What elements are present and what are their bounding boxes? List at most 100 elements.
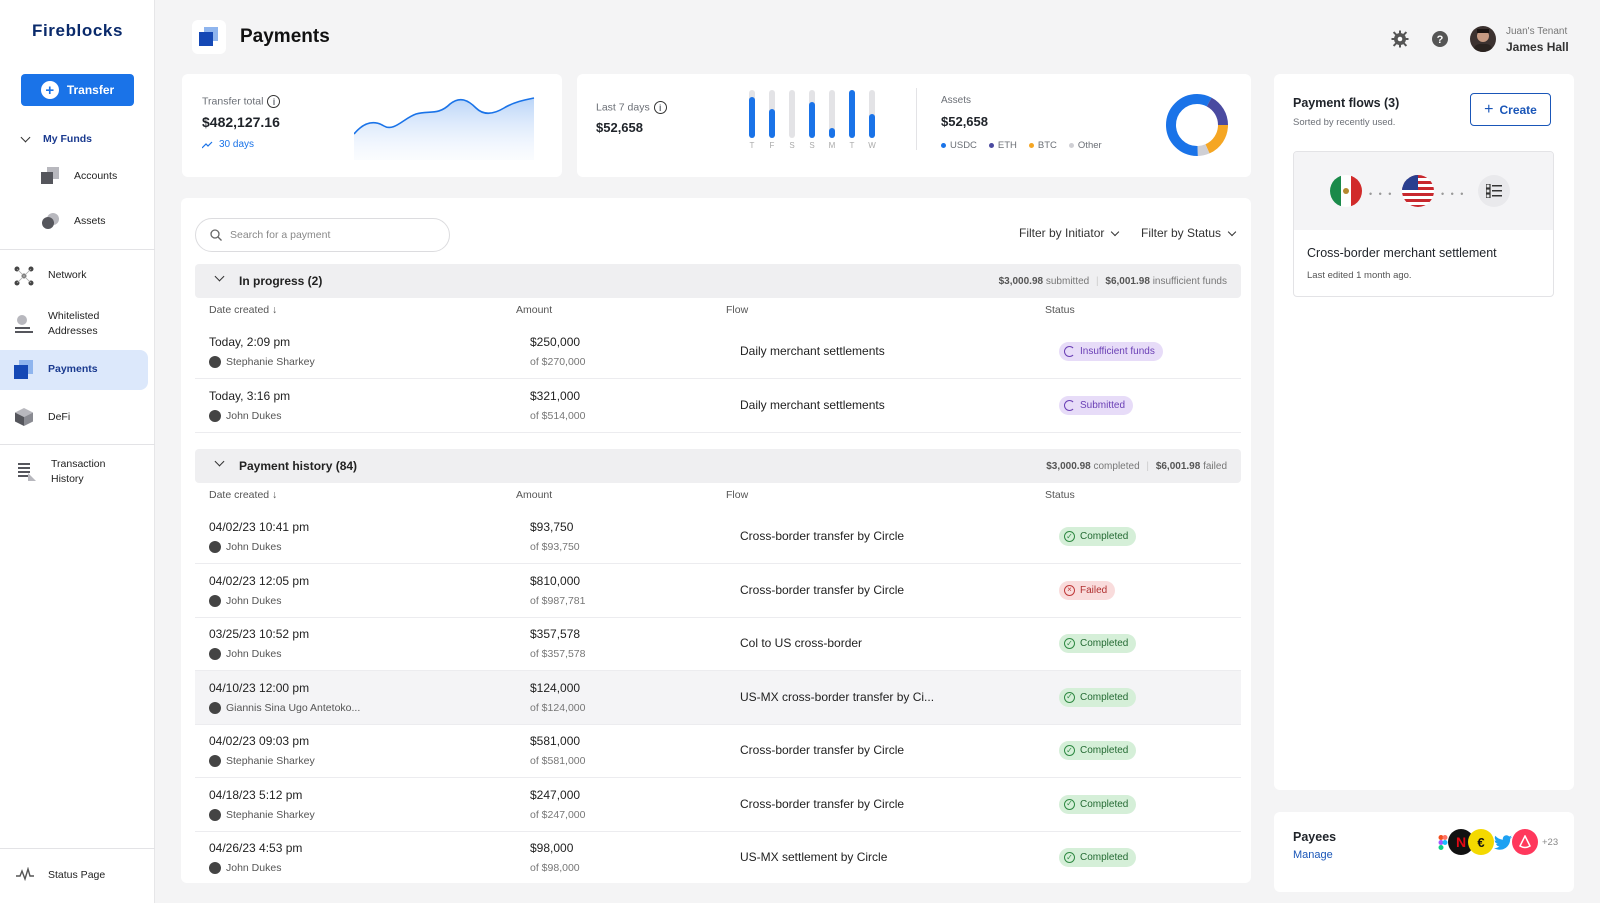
legend-label: ETH (997, 140, 1017, 151)
status-badge: Insufficient funds (1059, 342, 1163, 361)
accounts-icon (41, 167, 59, 184)
user-avatar[interactable] (1470, 26, 1496, 52)
status-badge: ✓ Completed (1059, 634, 1137, 653)
payments-icon (14, 360, 33, 379)
filter-status-label: Filter by Status (1141, 226, 1222, 240)
gear-icon[interactable] (1391, 30, 1409, 48)
payee-avatars[interactable]: N € +23 (1432, 829, 1558, 855)
check-circle-icon: ✓ (1064, 638, 1075, 649)
search-input[interactable]: Search for a payment (195, 218, 450, 252)
check-circle-icon: ✓ (1064, 531, 1075, 542)
transfer-button-label: Transfer (66, 83, 115, 97)
transfer-button[interactable]: + Transfer (21, 74, 134, 106)
spinner-icon (1064, 346, 1075, 357)
column-header-date[interactable]: Date created ↓ (209, 304, 277, 316)
table-row[interactable]: 04/26/23 4:53 pm John Dukes $98,000 of $98,… (195, 831, 1241, 883)
transfer-total-label-row: Transfer total i (202, 95, 281, 108)
chevron-down-icon (1111, 227, 1120, 236)
column-header-flow: Flow (726, 489, 749, 501)
flow-card-subtitle: Last edited 1 month ago. (1307, 270, 1412, 281)
period-label: 30 days (219, 139, 255, 150)
legend-dot (1068, 143, 1074, 148)
sidebar-item-assets[interactable]: Assets (0, 210, 155, 234)
amount-total: of $124,000 (530, 701, 586, 714)
initiator-avatar (209, 541, 221, 553)
date-created: Today, 3:16 pm (209, 388, 291, 403)
sidebar-item-payments[interactable]: Payments (0, 358, 155, 382)
my-funds-group[interactable]: My Funds (20, 132, 92, 145)
filter-status-dropdown[interactable]: Filter by Status (1141, 226, 1237, 240)
table-row[interactable]: 03/25/23 10:52 pm John Dukes $357,578 of $3… (195, 617, 1241, 671)
column-header-amount: Amount (516, 304, 553, 316)
sidebar-item-label: Network (48, 269, 87, 281)
legend-other: Other (1068, 140, 1102, 151)
chevron-down-icon (214, 456, 225, 467)
check-circle-icon: ✓ (1064, 745, 1075, 756)
sidebar-item-whitelisted-addresses[interactable]: Whitelisted Addresses (0, 307, 155, 341)
initiator-avatar (209, 594, 221, 607)
tenant-name[interactable]: Juan's Tenant (1506, 26, 1567, 37)
sidebar-item-accounts[interactable]: Accounts (0, 165, 155, 189)
column-header-flow: Flow (726, 304, 749, 316)
filter-initiator-dropdown[interactable]: Filter by Initiator (1019, 226, 1120, 240)
initiator-name: John Dukes (226, 409, 282, 422)
airbnb-icon (1512, 829, 1538, 855)
bar-fill (769, 109, 775, 138)
table-row[interactable]: Today, 3:16 pm John Dukes $321,000 of $514,… (195, 379, 1241, 433)
sidebar-item-network[interactable]: Network (0, 264, 155, 288)
transfer-sparkline (354, 97, 535, 160)
summary-label: insufficient funds (1152, 275, 1227, 287)
period-selector[interactable]: 30 days (202, 139, 254, 150)
sidebar-item-transaction-history[interactable]: Transaction History (0, 455, 155, 489)
flow-card[interactable]: • • • • • • Cross-border merchant settle… (1293, 151, 1554, 297)
amount-total: of $581,000 (530, 755, 586, 767)
connector-dots: • • • (1441, 189, 1466, 199)
amount: $357,578 (530, 627, 581, 641)
amount-total: of $93,750 (530, 541, 580, 553)
table-row[interactable]: Today, 2:09 pm Stephanie Sharkey $250,000 o… (195, 325, 1241, 379)
divider (0, 848, 155, 849)
transfer-total-label: Transfer total (202, 95, 264, 108)
create-flow-button[interactable]: + Create (1470, 93, 1551, 126)
flow-name: Col to US cross-border (740, 636, 863, 650)
status-label: Completed (1080, 745, 1129, 756)
summary-label: failed (1203, 460, 1227, 472)
amount-total: of $987,781 (530, 594, 586, 607)
table-row[interactable]: 04/02/23 12:05 pm John Dukes $810,000 of $9… (195, 564, 1241, 618)
check-circle-icon: ✓ (1064, 798, 1075, 810)
flow-name: Daily merchant settlements (740, 397, 885, 412)
table-row[interactable]: 04/10/23 12:00 pm Giannis Sina Ugo Anteto… (195, 670, 1241, 725)
sidebar-item-status-page[interactable]: Status Page (0, 864, 155, 888)
amount: $124,000 (530, 680, 581, 695)
asset-legend: USDC ETH BTC Other (941, 140, 1102, 151)
user-name[interactable]: James Hall (1506, 40, 1569, 54)
payment-flows-panel: Payment flows (3) Sorted by recently use… (1274, 74, 1574, 790)
flow-name: Cross-border transfer by Circle (740, 796, 905, 811)
last7-label-row: Last 7 days i (596, 101, 667, 114)
manage-payees-link[interactable]: Manage (1293, 849, 1333, 861)
sidebar-item-defi[interactable]: DeFi (0, 406, 155, 430)
info-icon[interactable]: i (653, 101, 667, 114)
status-badge: ✓ Completed (1059, 794, 1137, 814)
initiator-avatar (209, 409, 221, 422)
legend-dot (1028, 143, 1034, 148)
plus-icon: + (1484, 100, 1494, 118)
bar-fill (749, 97, 755, 138)
group-header-payment-history[interactable]: Payment history (84) $3,000.98 completed… (195, 449, 1241, 483)
help-icon[interactable]: ? (1431, 30, 1449, 48)
column-label: Date created (209, 304, 270, 316)
more-payees-count: +23 (1542, 836, 1559, 848)
status-badge: × Failed (1059, 580, 1116, 600)
table-row[interactable]: 04/02/23 09:03 pm Stephanie Sharkey $581,0… (195, 724, 1241, 778)
table-row[interactable]: 04/18/23 5:12 pm Stephanie Sharkey $247,00… (195, 778, 1241, 832)
table-row[interactable]: 04/02/23 10:41 pm John Dukes $93,750 of $93… (195, 510, 1241, 564)
summary-value: $3,000.98 (998, 275, 1044, 287)
group-header-in-progress[interactable]: In progress (2) $3,000.98 submitted | $6… (195, 264, 1241, 298)
bar-track (829, 90, 835, 138)
initiator: John Dukes (209, 541, 281, 553)
info-icon[interactable]: i (267, 95, 281, 108)
payments-logo (192, 20, 226, 54)
column-header-date[interactable]: Date created ↓ (209, 489, 277, 501)
legend-dot (941, 143, 946, 148)
legend-eth: ETH (988, 140, 1017, 151)
